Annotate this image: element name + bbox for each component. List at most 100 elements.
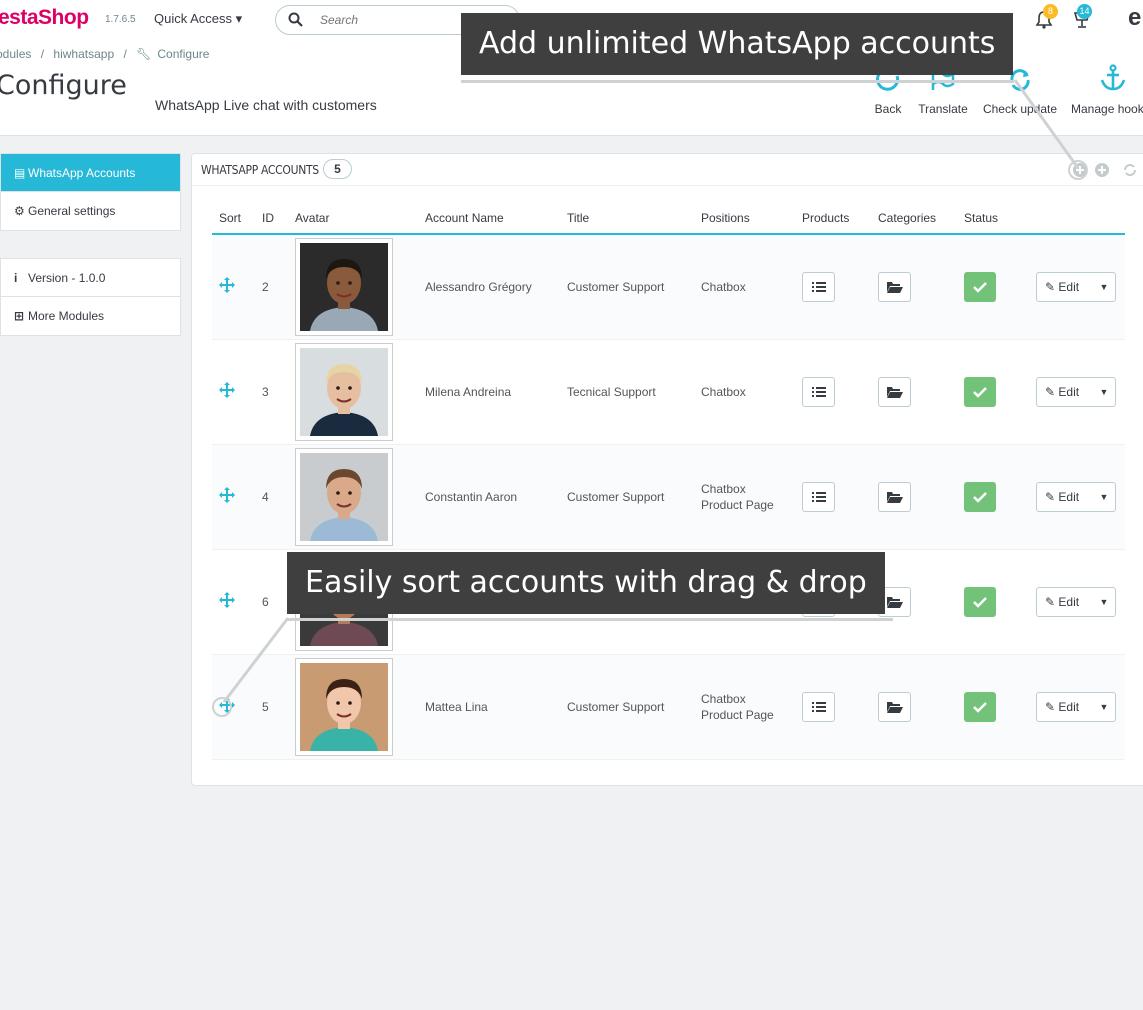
title-cell: Customer Support: [560, 654, 694, 760]
positions-cell: Chatbox: [694, 234, 795, 340]
column-header[interactable]: Sort: [212, 202, 255, 235]
plus-square-icon: ⊞: [14, 309, 25, 323]
move-icon[interactable]: [219, 277, 235, 294]
caret-down-icon[interactable]: ▼: [1093, 387, 1115, 397]
list-icon: [811, 701, 826, 712]
actions-cell: ✎ Edit ▼: [1029, 444, 1125, 550]
avatar: [295, 657, 393, 756]
caret-down-icon[interactable]: ▼: [1093, 597, 1115, 607]
move-icon[interactable]: [219, 487, 235, 503]
caret-down-icon[interactable]: ▼: [1093, 492, 1115, 502]
accounts-count-badge: 5: [323, 159, 352, 179]
callout-underline: [461, 80, 1014, 83]
pencil-icon: ✎: [1045, 489, 1056, 504]
column-header[interactable]: Title: [560, 202, 694, 235]
avatar-cell: [288, 339, 418, 445]
position-item: Chatbox: [701, 481, 746, 496]
positions-cell: Chatbox: [694, 339, 795, 445]
breadcrumb-current: Configure: [157, 47, 210, 61]
edit-button-group[interactable]: ✎ Edit ▼: [1036, 481, 1116, 512]
table-header-row: Sort ID Avatar Account Name Title Positi…: [212, 202, 1125, 235]
account-name-cell: Mattea Lina: [418, 654, 560, 760]
sidebar-main: ▤ WhatsApp Accounts ⚙ General settings: [0, 153, 181, 231]
products-button[interactable]: [802, 271, 835, 302]
status-toggle[interactable]: [964, 271, 996, 302]
categories-cell: [871, 444, 957, 550]
table-row[interactable]: 3 Milena Andreina Tecnical Support Chatb…: [212, 339, 1125, 445]
sidebar-item-label: More Modules: [28, 309, 105, 323]
check-icon: [973, 701, 987, 713]
position-item: Product Page: [701, 497, 774, 512]
caret-down-icon[interactable]: ▼: [1093, 702, 1115, 712]
list-icon: [811, 281, 826, 292]
list-icon: [811, 386, 826, 397]
categories-button[interactable]: [878, 271, 911, 302]
status-cell: [957, 339, 1029, 445]
products-button[interactable]: [802, 376, 835, 407]
id-cell: 2: [255, 234, 288, 340]
breadcrumb-modules[interactable]: odules: [0, 47, 31, 61]
status-cell: [957, 444, 1029, 550]
edit-button[interactable]: ✎ Edit: [1037, 385, 1093, 399]
edit-button-group[interactable]: ✎ Edit ▼: [1036, 691, 1116, 722]
categories-button[interactable]: [878, 691, 911, 722]
products-button[interactable]: [802, 481, 835, 512]
sort-cell[interactable]: [212, 444, 255, 550]
page-subtitle: WhatsApp Live chat with customers: [155, 97, 377, 113]
categories-button[interactable]: [878, 376, 911, 407]
sort-cell[interactable]: [212, 339, 255, 445]
status-toggle[interactable]: [964, 376, 996, 407]
edit-button[interactable]: ✎ Edit: [1037, 595, 1093, 609]
avatar: [295, 447, 393, 546]
refresh-list-icon[interactable]: [1122, 162, 1138, 178]
sidebar-item-version: i Version - 1.0.0: [1, 259, 180, 297]
breadcrumb-module[interactable]: hiwhatsapp: [53, 47, 114, 61]
move-icon[interactable]: [219, 592, 235, 608]
status-toggle[interactable]: [964, 586, 996, 617]
column-header[interactable]: ID: [255, 202, 288, 235]
sidebar-item-more-modules[interactable]: ⊞ More Modules: [1, 297, 180, 335]
position-item: Product Page: [701, 707, 774, 722]
status-toggle[interactable]: [964, 481, 996, 512]
book-icon: ▤: [14, 166, 26, 180]
sidebar-item-label: WhatsApp Accounts: [28, 166, 136, 180]
folder-open-icon: [886, 281, 903, 293]
sidebar-item-general-settings[interactable]: ⚙ General settings: [1, 192, 180, 230]
breadcrumb-separator: /: [40, 47, 45, 61]
sort-cell[interactable]: [212, 234, 255, 340]
edit-button[interactable]: ✎ Edit: [1037, 700, 1093, 714]
callout-target-ring: [1068, 160, 1088, 180]
table-row[interactable]: 5 Mattea Lina Customer Support Chatbox Pr…: [212, 654, 1125, 760]
gear-icon: ⚙: [14, 204, 25, 218]
caret-down-icon[interactable]: ▼: [1093, 282, 1115, 292]
categories-button[interactable]: [878, 481, 911, 512]
table-row[interactable]: 2 Alessandro Grégory Customer Support Ch…: [212, 234, 1125, 340]
quick-access-button[interactable]: Quick Access ▾: [154, 11, 242, 27]
add-new-icon[interactable]: [1094, 162, 1110, 178]
edit-button[interactable]: ✎ Edit: [1037, 280, 1093, 294]
callout-add-accounts: Add unlimited WhatsApp accounts: [461, 13, 1014, 75]
edit-button-group[interactable]: ✎ Edit ▼: [1036, 376, 1116, 407]
column-header[interactable]: Account Name: [418, 202, 560, 235]
sidebar-item-whatsapp-accounts[interactable]: ▤ WhatsApp Accounts: [1, 154, 180, 192]
check-icon: [973, 386, 987, 398]
orders-badge: 8: [1043, 4, 1058, 19]
edit-button-group[interactable]: ✎ Edit ▼: [1036, 586, 1116, 617]
move-icon[interactable]: [219, 382, 235, 398]
employee-avatar[interactable]: e: [1128, 4, 1141, 32]
categories-cell: [871, 339, 957, 445]
status-toggle[interactable]: [964, 691, 996, 722]
products-button[interactable]: [802, 691, 835, 722]
logo[interactable]: estaShop: [0, 6, 89, 30]
title-cell: Customer Support: [560, 444, 694, 550]
panel-title: WHATSAPP ACCOUNTS: [201, 163, 319, 177]
avatar: [295, 237, 393, 336]
edit-button[interactable]: ✎ Edit: [1037, 490, 1093, 504]
anchor-icon: [1100, 64, 1126, 91]
actions-cell: ✎ Edit ▼: [1029, 549, 1125, 655]
table-row[interactable]: 4 Constantin Aaron Customer Support Chat…: [212, 444, 1125, 550]
edit-label: Edit: [1058, 594, 1080, 609]
edit-button-group[interactable]: ✎ Edit ▼: [1036, 271, 1116, 302]
check-icon: [973, 281, 987, 293]
products-cell: [795, 339, 871, 445]
